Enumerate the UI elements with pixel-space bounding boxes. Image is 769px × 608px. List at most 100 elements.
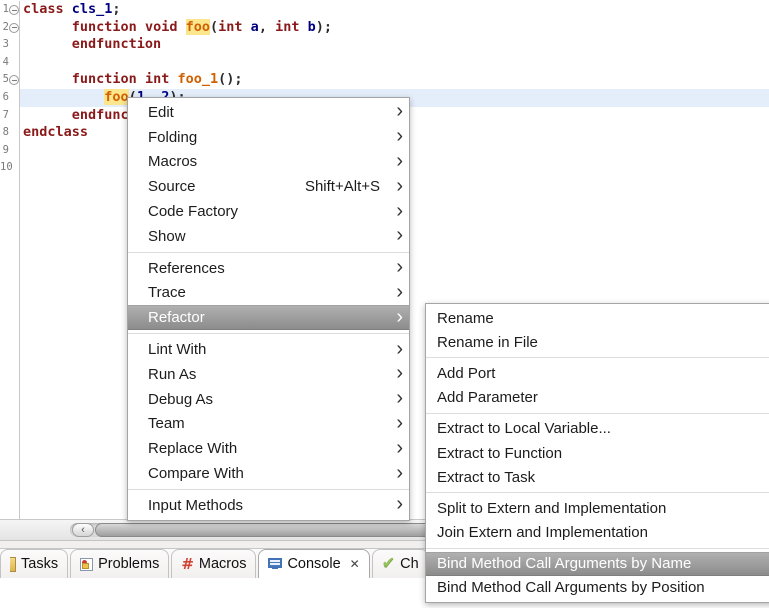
menu-item-label: Bind Method Call Arguments by Position [437,579,705,597]
menu-item-label: Extract to Task [437,468,536,486]
code-token: cls_1 [71,1,113,17]
menu-item-compare-with[interactable]: Compare With › [128,461,409,486]
menu-item-replace-with[interactable]: Replace With › [128,436,409,461]
submenu-arrow-icon: › [396,436,403,459]
menu-item-label: Split to Extern and Implementation [437,499,667,517]
menu-item-references[interactable]: References › [128,256,409,281]
menu-item-trace[interactable]: Trace › [128,281,409,306]
code-token: int [144,71,170,88]
code-token: endfunction [71,36,162,53]
menu-item-label: Run As [148,365,197,383]
menu-item-label: Compare With [148,465,244,483]
code-token: function [71,18,137,35]
code-token: void [144,18,178,35]
close-icon[interactable]: ✕ [350,557,360,571]
tab-label: Tasks [21,556,59,572]
submenu-arrow-icon: › [396,199,403,222]
menu-item-rename-in-file[interactable]: Rename in File [426,330,769,354]
menu-item-bind-method-call-arguments-by-name[interactable]: Bind Method Call Arguments by Name [426,551,769,576]
tab-ch[interactable]: ✔ Ch [371,549,429,578]
menu-item-label: Trace [148,284,186,302]
submenu-arrow-icon: › [396,387,403,410]
menu-item-label: Bind Method Call Arguments by Name [437,555,692,573]
menu-item-label: Extract to Local Variable... [437,420,611,438]
menu-separator [128,251,409,253]
menu-item-extract-to-function[interactable]: Extract to Function [426,441,769,465]
code-line[interactable] [23,54,332,72]
menu-item-folding[interactable]: Folding › [128,125,409,150]
menu-item-label: Rename in File [437,333,538,351]
code-token: endclass [23,124,89,141]
line-number: 3 [2,38,9,51]
menu-separator [426,492,769,494]
line-number-row: 4 [0,54,19,72]
line-number: 6 [2,90,9,103]
submenu-arrow-icon: › [396,362,403,385]
menu-item-input-methods[interactable]: Input Methods › [128,493,409,518]
code-token: b [307,18,316,35]
code-token: ( [210,18,219,35]
line-number: 9 [2,143,9,156]
menu-item-label: Folding [148,128,198,146]
submenu-arrow-icon: › [396,224,403,247]
menu-item-label: Refactor [148,309,205,327]
code-token: function [71,71,137,88]
menu-item-lint-with[interactable]: Lint With › [128,337,409,362]
fold-minus-icon[interactable] [9,22,19,33]
menu-item-rename[interactable]: Rename [426,306,769,330]
menu-item-edit[interactable]: Edit › [128,100,409,125]
menu-item-show[interactable]: Show › [128,224,409,249]
menu-item-run-as[interactable]: Run As › [128,362,409,387]
menu-item-label: Debug As [148,390,214,408]
tab-console[interactable]: Console ✕ [258,549,370,578]
line-number-ruler[interactable]: 1 2 3 4 5 6 7 8 9 10 [0,1,20,520]
code-line[interactable]: endfunction [23,36,332,54]
code-line[interactable]: function int foo_1(); [23,71,332,89]
menu-item-code-factory[interactable]: Code Factory › [128,199,409,224]
menu-item-split-to-extern-and-implementation[interactable]: Split to Extern and Implementation [426,496,769,520]
menu-separator [426,412,769,414]
macros-hash-icon: # [181,554,194,573]
menu-item-label: Replace With [148,440,238,458]
line-number-row: 2 [0,19,19,37]
code-token: foo_1 [177,71,219,88]
tab-macros[interactable]: # Macros [171,549,257,578]
code-line[interactable]: class cls_1; [23,1,332,19]
menu-item-label: Macros [148,153,198,171]
menu-item-debug-as[interactable]: Debug As › [128,387,409,412]
menu-item-source[interactable]: Source Shift+Alt+S › [128,174,409,199]
menu-item-add-port[interactable]: Add Port [426,361,769,385]
code-token: , [258,18,276,35]
menu-item-macros[interactable]: Macros › [128,150,409,175]
menu-item-add-parameter[interactable]: Add Parameter [426,386,769,410]
line-number-row: 8 [0,124,19,142]
menu-item-team[interactable]: Team › [128,412,409,437]
code-token: a [250,18,259,35]
menu-separator [426,547,769,549]
console-icon [268,557,283,569]
menu-item-extract-to-task[interactable]: Extract to Task [426,465,769,489]
tab-problems[interactable]: Problems [70,549,170,578]
line-number-row: 1 [0,1,19,19]
menu-item-bind-method-call-arguments-by-position[interactable]: Bind Method Call Arguments by Position [426,576,769,600]
fold-minus-icon[interactable] [9,75,19,86]
menu-item-extract-to-local-variable[interactable]: Extract to Local Variable... [426,417,769,441]
fold-minus-icon[interactable] [9,5,19,15]
menu-separator [128,333,409,335]
scrollbar-left-arrow-icon[interactable]: ‹ [72,523,94,537]
code-line[interactable]: function void foo(int a, int b); [23,18,332,37]
menu-item-join-extern-and-implementation[interactable]: Join Extern and Implementation [426,521,769,545]
tab-tasks[interactable]: Tasks [0,549,69,578]
line-number: 1 [2,3,9,15]
menu-item-refactor[interactable]: Refactor › [128,305,409,331]
submenu-arrow-icon: › [396,493,403,516]
submenu-arrow-icon: › [396,461,403,484]
submenu-arrow-icon: › [396,100,403,123]
menu-separator [128,488,409,490]
